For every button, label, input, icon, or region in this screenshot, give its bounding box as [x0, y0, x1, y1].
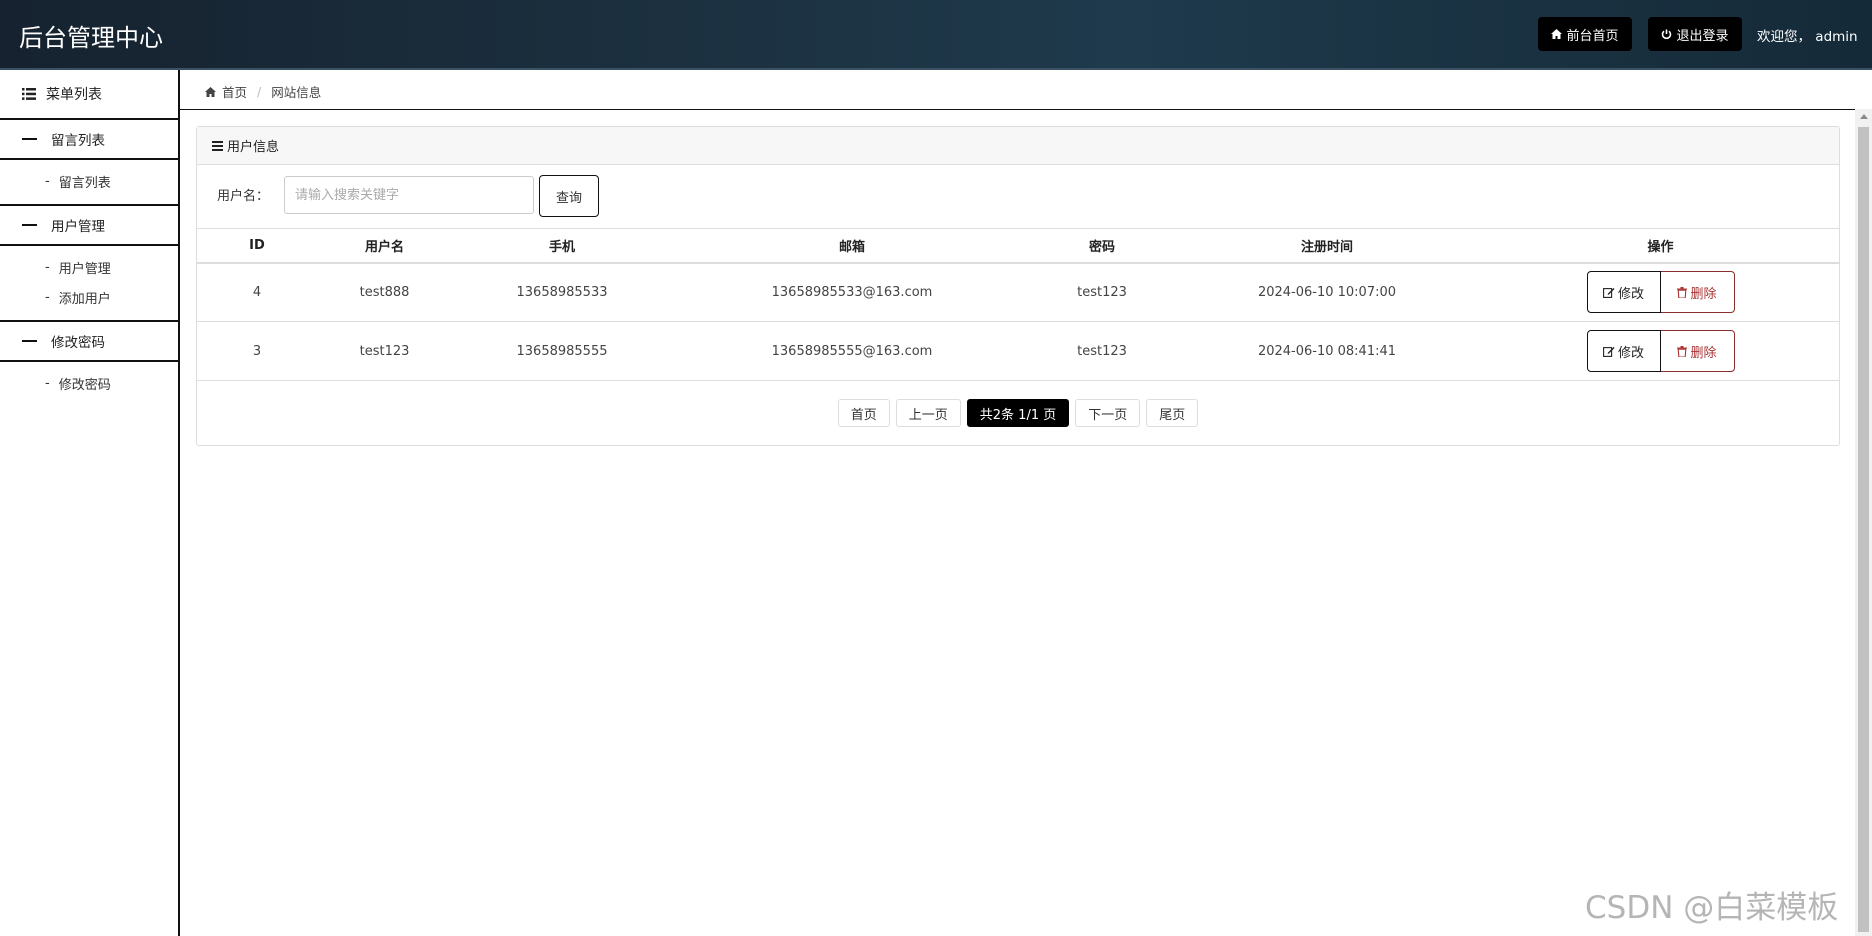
trash-icon [1677, 286, 1688, 298]
user-info-panel: 用户信息 用户名： 查询 ID 用户名 手机 邮箱 密码 注册时间 操作 4 t… [196, 126, 1840, 446]
sidebar-title-label: 菜单列表 [46, 87, 102, 103]
panel-title: 用户信息 [227, 140, 280, 155]
breadcrumb: 首页 / 网站信息 [205, 82, 321, 101]
cell-phone: 13658985533 [516, 284, 608, 300]
scrollbar-thumb[interactable] [1858, 127, 1869, 932]
sidebar-group-password: 修改密码 - 修改密码 [0, 322, 178, 406]
cell-username: test123 [359, 343, 410, 359]
column-header-id: ID [249, 237, 265, 253]
table-row: 3 test123 13658985555 13658985555@163.co… [197, 322, 1839, 381]
edit-label: 修改 [1617, 345, 1644, 361]
sidebar-group-head-messages[interactable]: 留言列表 [0, 120, 178, 160]
sidebar-item-label: 用户管理 [58, 261, 111, 277]
sidebar-group-head-users[interactable]: 用户管理 [0, 206, 178, 246]
breadcrumb-home[interactable]: 首页 [222, 82, 247, 101]
power-icon [1661, 29, 1672, 40]
minus-icon [22, 224, 37, 226]
delete-button[interactable]: 删除 [1660, 330, 1735, 372]
column-header-actions: 操作 [1647, 239, 1674, 255]
edit-icon [1603, 287, 1615, 298]
list-icon [22, 88, 36, 100]
sidebar-item-label: 留言列表 [58, 175, 111, 191]
sidebar-item-user-management[interactable]: - 用户管理 [0, 252, 178, 282]
cell-password: test123 [1077, 343, 1127, 359]
cell-actions: 修改 删除 [1482, 322, 1839, 381]
home-icon [205, 86, 216, 97]
pager-next[interactable]: 下一页 [1075, 399, 1141, 427]
top-header: 后台管理中心 前台首页 退出登录 欢迎您， admin [0, 0, 1872, 70]
cell-password: test123 [1077, 284, 1127, 300]
sidebar-item-add-user[interactable]: - 添加用户 [0, 282, 178, 312]
frontend-home-label: 前台首页 [1566, 28, 1619, 44]
menu-icon [212, 140, 223, 151]
column-header-password: 密码 [1088, 239, 1115, 255]
pager-last[interactable]: 尾页 [1146, 399, 1199, 427]
panel-header: 用户信息 [197, 127, 1839, 165]
sidebar-group-label: 修改密码 [51, 335, 105, 351]
edit-button[interactable]: 修改 [1586, 330, 1661, 372]
frontend-home-button[interactable]: 前台首页 [1538, 17, 1632, 51]
delete-label: 删除 [1690, 286, 1717, 302]
user-table: ID 用户名 手机 邮箱 密码 注册时间 操作 4 test888 136589… [197, 228, 1839, 381]
search-label: 用户名： [217, 189, 270, 204]
cell-email: 13658985533@163.com [771, 284, 933, 300]
sidebar-item-label: 修改密码 [58, 377, 111, 393]
app-title: 后台管理中心 [19, 24, 163, 52]
welcome-text: 欢迎您， admin [1757, 29, 1858, 45]
trash-icon [1677, 345, 1688, 357]
home-icon [1551, 29, 1563, 39]
sidebar-item-label: 添加用户 [58, 291, 111, 307]
cell-email: 13658985555@163.com [771, 343, 933, 359]
search-button[interactable]: 查询 [539, 175, 599, 217]
cell-register-time: 2024-06-10 10:07:00 [1257, 284, 1397, 300]
pager-first[interactable]: 首页 [837, 399, 890, 427]
pagination: 首页 上一页 共2条 1/1 页 下一页 尾页 [197, 399, 1839, 427]
delete-label: 删除 [1690, 345, 1717, 361]
sidebar-group-head-password[interactable]: 修改密码 [0, 322, 178, 362]
column-header-email: 邮箱 [838, 239, 865, 255]
cell-id: 4 [252, 284, 262, 300]
table-row: 4 test888 13658985533 13658985533@163.co… [197, 263, 1839, 322]
cell-phone: 13658985555 [516, 343, 608, 359]
edit-button[interactable]: 修改 [1586, 271, 1661, 314]
sidebar-group-label: 留言列表 [51, 133, 105, 149]
column-header-register-time: 注册时间 [1300, 239, 1353, 255]
sidebar-group-label: 用户管理 [51, 219, 105, 235]
cell-id: 3 [252, 343, 262, 359]
sidebar-title: 菜单列表 [0, 70, 178, 120]
table-header-row: ID 用户名 手机 邮箱 密码 注册时间 操作 [197, 228, 1839, 263]
sidebar: 菜单列表 留言列表 - 留言列表 用户管理 - 用户管理 - 添加用户 修改密码 -修… [0, 70, 180, 936]
column-header-phone: 手机 [548, 239, 575, 255]
column-header-username: 用户名 [364, 239, 404, 255]
scroll-up-icon[interactable] [1860, 114, 1868, 119]
breadcrumb-current: 网站信息 [271, 85, 322, 100]
sidebar-group-messages: 留言列表 - 留言列表 [0, 120, 178, 206]
search-row: 用户名： 查询 [197, 165, 1839, 229]
minus-icon [22, 138, 37, 140]
search-input[interactable] [284, 176, 534, 214]
logout-label: 退出登录 [1676, 28, 1729, 44]
vertical-scrollbar[interactable] [1855, 109, 1872, 936]
cell-username: test888 [359, 284, 410, 300]
cell-register-time: 2024-06-10 08:41:41 [1257, 343, 1397, 359]
logout-button[interactable]: 退出登录 [1648, 17, 1742, 51]
breadcrumb-separator: / [257, 84, 262, 99]
edit-label: 修改 [1617, 286, 1644, 302]
sidebar-group-users: 用户管理 - 用户管理 - 添加用户 [0, 206, 178, 322]
cell-actions: 修改 删除 [1482, 263, 1839, 322]
edit-icon [1603, 346, 1615, 357]
sidebar-item-change-password[interactable]: - 修改密码 [0, 368, 178, 398]
watermark: CSDN @白菜模板 [1585, 890, 1839, 926]
minus-icon [22, 340, 37, 342]
sidebar-item-message-list[interactable]: - 留言列表 [0, 166, 178, 196]
pager-prev[interactable]: 上一页 [895, 399, 961, 427]
pager-summary: 共2条 1/1 页 [966, 399, 1070, 427]
delete-button[interactable]: 删除 [1660, 271, 1735, 314]
